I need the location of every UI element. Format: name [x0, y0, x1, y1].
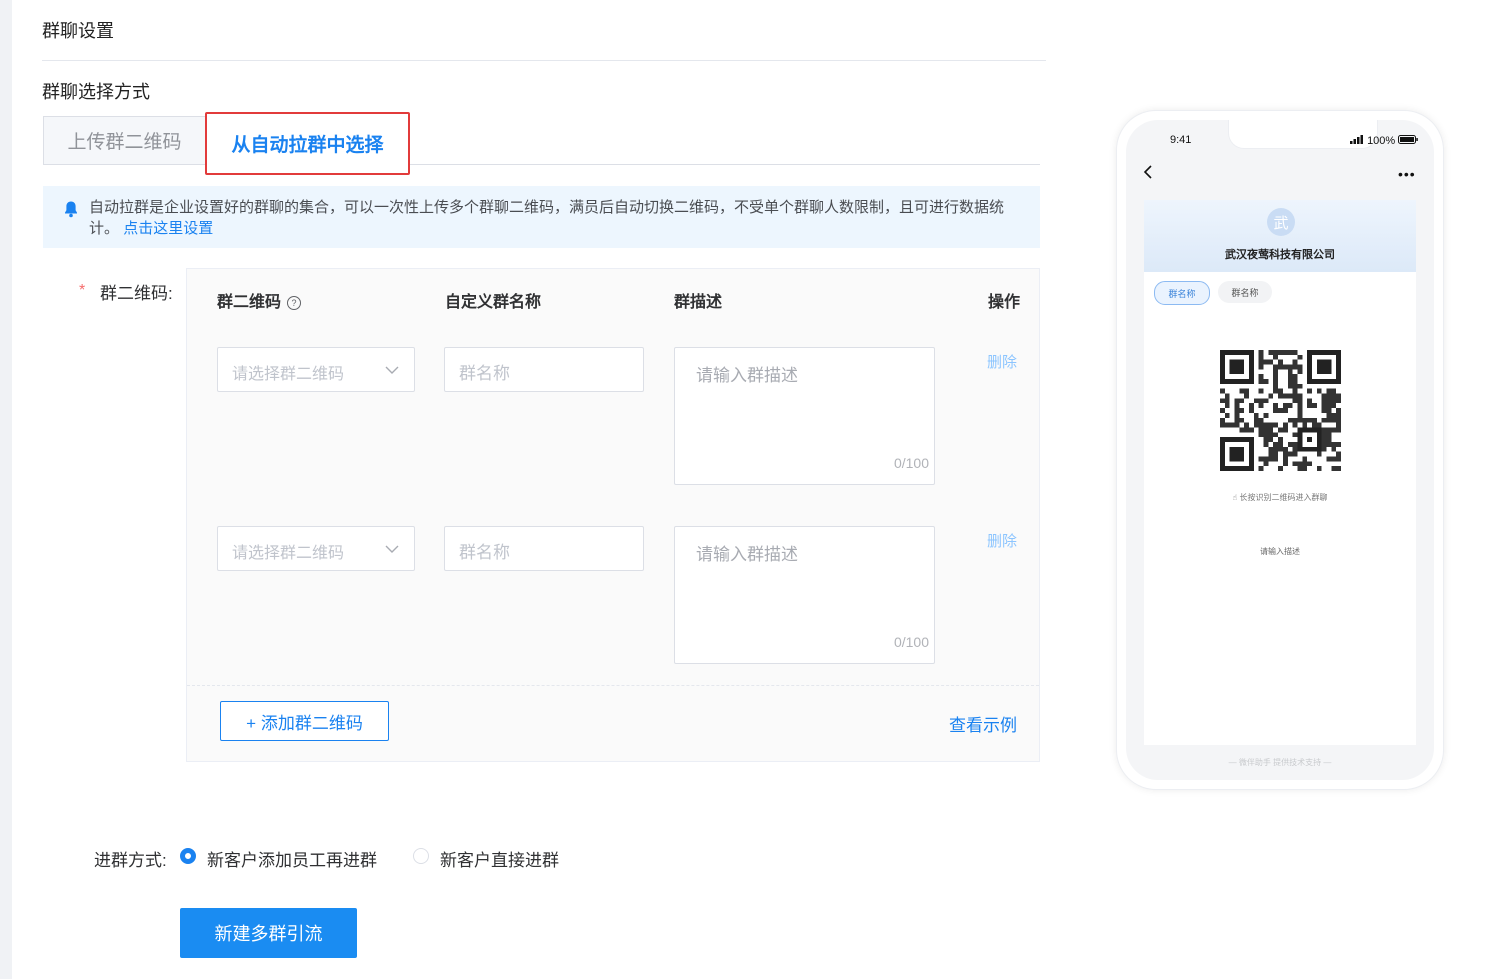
qr-select[interactable]: 请选择群二维码	[217, 347, 415, 392]
company-name: 武汉夜莺科技有限公司	[1225, 249, 1335, 261]
qr-field-label: 群二维码:	[100, 284, 173, 303]
battery-text: 100%	[1367, 135, 1396, 147]
section-title: 群聊设置	[42, 21, 114, 41]
chevron-down-icon	[385, 366, 399, 374]
divider	[42, 60, 1046, 61]
th-name: 自定义群名称	[445, 294, 542, 311]
help-icon[interactable]: ?	[287, 296, 302, 310]
chevron-down-icon	[385, 545, 399, 553]
select-method-label: 群聊选择方式	[42, 82, 150, 102]
powered-by-footer: — 微伴助手 提供技术支持 —	[1228, 758, 1332, 767]
th-action: 操作	[988, 294, 1021, 311]
qr-select[interactable]: 请选择群二维码	[217, 526, 415, 571]
group-desc-textarea[interactable]: 请输入群描述 0/100	[674, 347, 935, 485]
radio-add-staff-label[interactable]: 新客户添加员工再进群	[207, 846, 377, 871]
battery-icon	[1398, 135, 1419, 144]
group-name-placeholder: 群名称	[459, 543, 510, 562]
table-header: 群二维码? 自定义群名称 群描述 操作	[187, 269, 1039, 328]
view-example-link[interactable]: 查看示例	[949, 711, 1017, 736]
status-bar: 100%	[1350, 135, 1419, 147]
delete-link[interactable]: 删除	[987, 530, 1017, 551]
tabs-underline	[43, 164, 1040, 165]
left-sidebar-edge	[0, 0, 12, 979]
char-count: 0/100	[893, 455, 929, 471]
qr-code-image	[1220, 350, 1341, 471]
notice-settings-link[interactable]: 点击这里设置	[123, 220, 213, 237]
group-desc-placeholder: 请输入群描述	[696, 545, 798, 564]
phone-screen: 9:41 100% ••• 武 武汉夜莺科技有限公司 群名称 群名称 ☝ 长按识…	[1126, 120, 1434, 780]
notice-banner: 自动拉群是企业设置好的群聊的集合，可以一次性上传多个群聊二维码，满员后自动切换二…	[43, 186, 1040, 248]
required-mark: *	[79, 282, 86, 299]
avatar: 武	[1267, 208, 1295, 236]
qr-select-placeholder: 请选择群二维码	[232, 366, 345, 383]
status-time: 9:41	[1170, 134, 1192, 146]
group-description: 请输入描述	[1260, 547, 1300, 556]
table-row: 请选择群二维码 群名称 请输入群描述 0/100 删除	[187, 327, 1039, 507]
char-count: 0/100	[893, 634, 929, 650]
radio-direct-join[interactable]	[413, 848, 429, 864]
bell-icon	[65, 201, 77, 218]
radio-direct-join-label[interactable]: 新客户直接进群	[440, 846, 559, 871]
more-icon[interactable]: •••	[1398, 166, 1416, 182]
group-chip-active[interactable]: 群名称	[1154, 281, 1210, 305]
tab-auto-group[interactable]: 从自动拉群中选择	[205, 112, 410, 175]
radio-add-staff[interactable]	[180, 848, 196, 864]
group-card: 武 武汉夜莺科技有限公司 群名称 群名称 ☝ 长按识别二维码进入群聊 请输入描述	[1144, 200, 1416, 745]
group-name-input[interactable]: 群名称	[444, 526, 644, 571]
tab-upload-qr[interactable]: 上传群二维码	[43, 116, 206, 164]
entry-method-label: 进群方式:	[94, 851, 167, 870]
phone-preview: 9:41 100% ••• 武 武汉夜莺科技有限公司 群名称 群名称 ☝ 长按识…	[1116, 110, 1444, 790]
add-qr-button[interactable]: + 添加群二维码	[220, 701, 389, 741]
th-qr: 群二维码?	[217, 288, 302, 312]
delete-link[interactable]: 删除	[987, 351, 1017, 372]
group-desc-placeholder: 请输入群描述	[696, 366, 798, 385]
th-desc: 群描述	[674, 294, 723, 311]
notice-text: 自动拉群是企业设置好的群聊的集合，可以一次性上传多个群聊二维码，满员后自动切换二…	[89, 199, 1005, 237]
card-header: 武 武汉夜莺科技有限公司	[1144, 200, 1416, 272]
qr-table: 群二维码? 自定义群名称 群描述 操作 请选择群二维码 群名称 请输入群描述 0…	[186, 268, 1040, 762]
group-name-placeholder: 群名称	[459, 364, 510, 383]
qr-select-placeholder: 请选择群二维码	[232, 545, 345, 562]
group-name-input[interactable]: 群名称	[444, 347, 644, 392]
group-chip[interactable]: 群名称	[1218, 281, 1272, 303]
hand-icon: ☝	[1232, 493, 1240, 502]
table-row: 请选择群二维码 群名称 请输入群描述 0/100 删除	[187, 506, 1039, 686]
back-arrow-icon[interactable]	[1142, 164, 1154, 180]
group-desc-textarea[interactable]: 请输入群描述 0/100	[674, 526, 935, 664]
signal-icon	[1350, 135, 1363, 144]
create-button[interactable]: 新建多群引流	[180, 908, 357, 958]
qr-hint: ☝ 长按识别二维码进入群聊	[1232, 493, 1328, 502]
